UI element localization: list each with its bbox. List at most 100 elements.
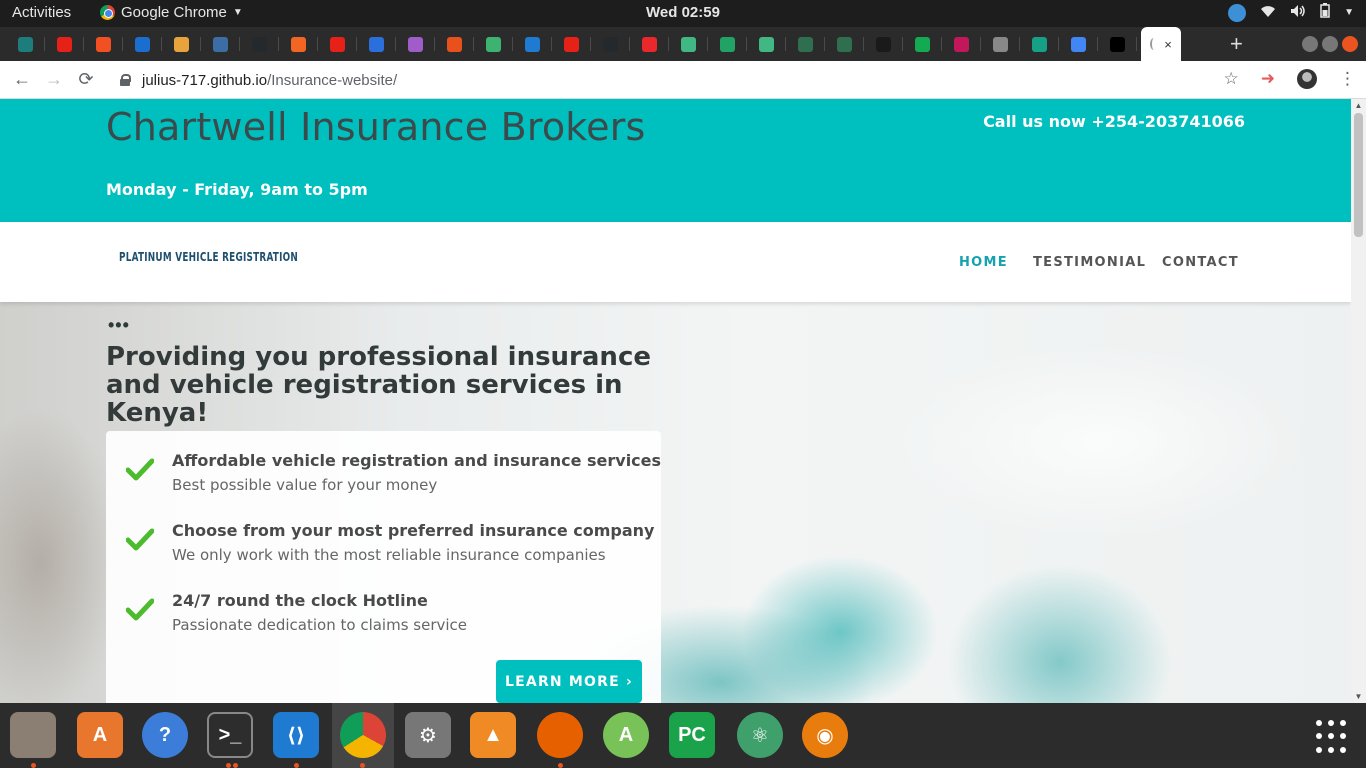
pinned-tab[interactable] [942,27,981,61]
toolbar-actions: ☆ ➜ ⋮ [1224,69,1356,89]
scroll-up-arrow-icon[interactable]: ▲ [1351,101,1366,110]
address-bar[interactable]: julius-717.github.io/Insurance-website/ [108,65,1248,95]
pinned-tab[interactable] [279,27,318,61]
checkmark-icon [126,528,154,551]
software-center-icon[interactable]: A [77,712,123,758]
running-indicator [360,763,365,768]
pinned-tab[interactable] [474,27,513,61]
atom-icon[interactable]: ⚛ [737,712,783,758]
system-tray[interactable]: ▼ [1228,3,1354,22]
new-tab-button[interactable]: + [1230,31,1243,57]
active-tab[interactable]: × [1141,27,1181,61]
battery-icon[interactable] [1320,3,1330,22]
profile-avatar[interactable] [1297,69,1317,89]
page-scrollbar[interactable]: ▲ ▼ [1351,99,1366,703]
files-icon[interactable] [10,712,56,758]
extension-icon[interactable]: ➜ [1261,69,1275,89]
github-tab-icon [603,36,618,52]
nav-testimonial[interactable]: TESTIMONIAL [1033,255,1146,270]
pinned-tab[interactable] [669,27,708,61]
running-indicator [294,763,299,768]
pinned-tab[interactable] [591,27,630,61]
pinned-tab[interactable] [357,27,396,61]
pinned-tab[interactable] [981,27,1020,61]
microsoft-tab-icon [96,36,111,52]
site-logo[interactable]: PLATINUM VEHICLE REGISTRATION [119,250,298,264]
pinned-tab[interactable] [84,27,123,61]
mongodb-tab-icon [915,36,930,52]
pinned-tab[interactable] [6,27,45,61]
tab-favicon [369,36,384,52]
vlc-icon[interactable]: ▲ [470,712,516,758]
chrome-menu-icon[interactable]: ⋮ [1339,69,1356,89]
show-applications-button[interactable] [1316,720,1350,754]
learn-more-button[interactable]: LEARN MORE › [496,660,642,703]
lock-icon[interactable] [120,74,131,86]
pinned-tab[interactable] [1098,27,1137,61]
pinned-tab[interactable] [201,27,240,61]
nav-home[interactable]: HOME [959,255,1008,270]
system-menu-chevron-icon[interactable]: ▼ [1344,7,1354,18]
pinned-tab[interactable] [123,27,162,61]
tab-close-button[interactable]: × [1164,37,1172,52]
pinned-tab[interactable] [552,27,591,61]
pinned-tab[interactable] [435,27,474,61]
firefox-icon[interactable] [537,712,583,758]
system-top-bar: Activities Google Chrome ▼ Wed 02:59 ▼ [0,0,1366,27]
youtube-tab-icon [330,36,345,52]
pinned-tab[interactable] [240,27,279,61]
window-close-button[interactable] [1342,36,1358,52]
terminal-icon[interactable]: >_ [207,712,253,758]
tab-favicon [486,36,501,52]
site-navbar: PLATINUM VEHICLE REGISTRATION HOME TESTI… [0,222,1351,302]
reload-button[interactable]: ⟳ [70,69,102,90]
pinned-tab[interactable] [162,27,201,61]
pinned-tab[interactable] [747,27,786,61]
pinned-tab[interactable] [396,27,435,61]
pinned-tab[interactable] [864,27,903,61]
site-header: Chartwell Insurance Brokers Monday - Fri… [0,99,1351,222]
phone-cta[interactable]: Call us now +254-203741066 [0,112,1245,131]
hero-tagline: Providing you professional insurance and… [106,342,651,428]
tab-favicon [993,36,1008,52]
settings-icon[interactable]: ⚙ [405,712,451,758]
blender-icon[interactable]: ◉ [802,712,848,758]
react-tab-icon [18,36,33,52]
pinned-tab[interactable] [1020,27,1059,61]
tab-favicon [837,36,852,52]
scroll-down-arrow-icon[interactable]: ▼ [1351,692,1366,701]
back-button[interactable]: ← [6,69,38,90]
forward-button[interactable]: → [38,69,70,90]
help-icon[interactable]: ? [142,712,188,758]
scrollbar-thumb[interactable] [1354,113,1363,237]
pinned-tab[interactable] [318,27,357,61]
app-menu[interactable]: Google Chrome ▼ [100,4,243,21]
volume-icon[interactable] [1290,4,1306,22]
feature-title: Affordable vehicle registration and insu… [172,451,662,470]
pinned-tab[interactable] [630,27,669,61]
pinned-tab[interactable] [1059,27,1098,61]
pinned-tab[interactable] [513,27,552,61]
minimize-button[interactable] [1302,36,1318,52]
activities-button[interactable]: Activities [12,4,71,21]
vscode-icon[interactable]: ⟨⟩ [273,712,319,758]
pinned-tab[interactable] [903,27,942,61]
pinned-tab[interactable] [825,27,864,61]
pycharm-icon[interactable]: PC [669,712,715,758]
url-host: julius-717.github.io [142,71,268,89]
pinned-tab[interactable] [708,27,747,61]
wifi-icon[interactable] [1260,4,1276,22]
feature-subtitle: We only work with the most reliable insu… [172,546,606,564]
android-studio-icon[interactable]: A [603,712,649,758]
feature-title: Choose from your most preferred insuranc… [172,521,655,540]
tab-favicon [798,36,813,52]
bookmark-star-icon[interactable]: ☆ [1224,69,1239,89]
nav-contact[interactable]: CONTACT [1162,255,1239,270]
chrome-dock-icon[interactable] [340,712,386,758]
maximize-button[interactable] [1322,36,1338,52]
github-tab-icon [252,36,267,52]
pinned-tab[interactable] [45,27,84,61]
running-indicator [31,763,36,768]
update-icon[interactable] [1228,3,1247,22]
pinned-tab[interactable] [786,27,825,61]
